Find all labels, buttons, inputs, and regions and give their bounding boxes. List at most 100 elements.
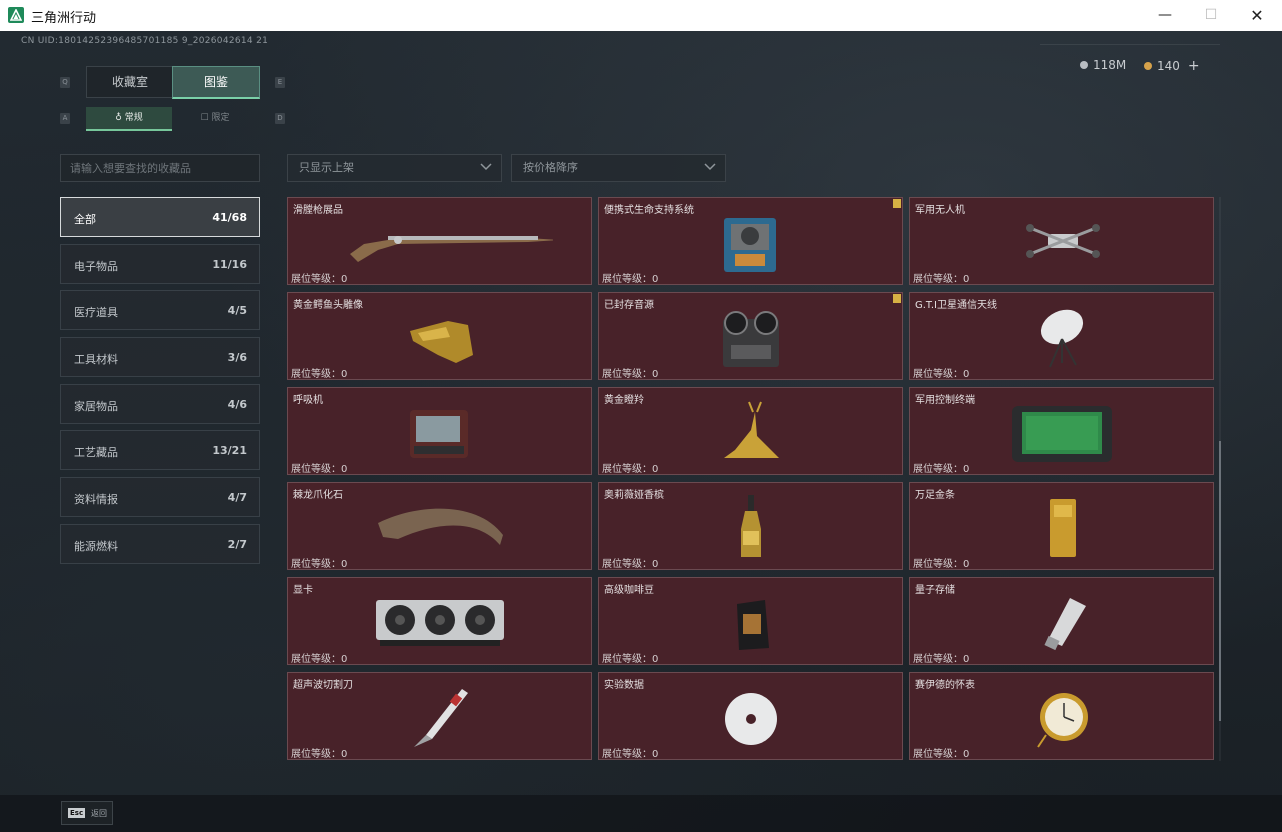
category-count: 11/16: [212, 258, 247, 271]
category-household[interactable]: 家居物品 4/6: [60, 384, 260, 424]
golden-crocodile-head-icon: [410, 321, 473, 363]
item-level: 展位等级：0: [913, 464, 970, 475]
category-name: 工具材料: [74, 353, 118, 366]
control-terminal-icon: [1012, 406, 1112, 462]
subtab-regular-label: 常规: [124, 113, 143, 123]
key-hint-a: A: [60, 113, 70, 124]
window-title: 三角洲行动: [31, 11, 97, 26]
item-card[interactable]: 显卡 展位等级：0: [287, 577, 592, 665]
item-level: 展位等级：0: [291, 274, 348, 285]
item-name: 呼吸机: [293, 395, 323, 406]
subtab-regular[interactable]: ♁ 常规: [86, 107, 172, 131]
currency-silver-value: 118M: [1093, 58, 1127, 72]
close-button[interactable]: ✕: [1234, 0, 1280, 31]
item-level: 展位等级：0: [913, 654, 970, 665]
coffee-bag-icon: [737, 600, 769, 650]
category-count: 41/68: [212, 211, 247, 224]
item-level: 展位等级：0: [602, 654, 659, 665]
limited-icon: ☐: [200, 113, 212, 123]
item-card[interactable]: 量子存储 展位等级：0: [909, 577, 1214, 665]
item-card[interactable]: 奥莉薇娅香槟 展位等级：0: [598, 482, 903, 570]
item-name: 实验数据: [604, 680, 644, 691]
sort-price-label: 按价格降序: [523, 161, 578, 174]
gold-coin-icon: [1144, 62, 1152, 70]
category-electronics[interactable]: 电子物品 11/16: [60, 244, 260, 284]
item-card[interactable]: G.T.I卫星通信天线 展位等级：0: [909, 292, 1214, 380]
back-label: 返回: [91, 809, 107, 818]
key-hint-d: D: [275, 113, 285, 124]
subtab-limited[interactable]: ☐ 限定: [172, 107, 258, 129]
drone-icon: [1026, 224, 1100, 258]
item-card[interactable]: 万足金条 展位等级：0: [909, 482, 1214, 570]
category-name: 能源燃料: [74, 540, 118, 553]
category-name: 工艺藏品: [74, 446, 118, 459]
gold-bar-icon: [1050, 499, 1076, 557]
item-card[interactable]: 军用控制终端 展位等级：0: [909, 387, 1214, 475]
currency-gold-value: 140: [1157, 59, 1180, 73]
new-flag-icon: [893, 199, 901, 208]
key-hint-q: Q: [60, 77, 70, 88]
claw-fossil-icon: [378, 508, 503, 545]
disc-icon: [725, 693, 777, 745]
app-logo-icon: [8, 7, 24, 23]
scrollbar-thumb[interactable]: [1219, 441, 1221, 721]
item-card[interactable]: 黄金瞪羚 展位等级：0: [598, 387, 903, 475]
chevron-down-icon: [704, 163, 716, 171]
tab-catalog[interactable]: 图鉴: [172, 66, 260, 99]
add-currency-button[interactable]: +: [1188, 58, 1200, 74]
ultrasonic-knife-icon: [414, 689, 468, 747]
category-intel[interactable]: 资料情报 4/7: [60, 477, 260, 517]
item-level: 展位等级：0: [291, 559, 348, 570]
item-card[interactable]: 超声波切割刀 展位等级：0: [287, 672, 592, 760]
subtab-limited-label: 限定: [211, 113, 230, 123]
filter-listed-label: 只显示上架: [299, 161, 354, 174]
category-tools[interactable]: 工具材料 3/6: [60, 337, 260, 377]
musket-icon: [350, 236, 553, 262]
category-count: 2/7: [227, 538, 247, 551]
category-crafts[interactable]: 工艺藏品 13/21: [60, 430, 260, 470]
item-level: 展位等级：0: [602, 559, 659, 570]
pocket-watch-icon: [1037, 693, 1088, 748]
minimize-button[interactable]: —: [1142, 0, 1188, 31]
item-level: 展位等级：0: [913, 369, 970, 380]
maximize-button[interactable]: ☐: [1188, 0, 1234, 31]
category-name: 医疗道具: [74, 306, 118, 319]
item-level: 展位等级：0: [913, 749, 970, 760]
item-name: 黄金瞪羚: [604, 395, 644, 406]
currency-gold: 140 +: [1144, 58, 1200, 74]
item-level: 展位等级：0: [291, 369, 348, 380]
item-card[interactable]: 呼吸机 展位等级：0: [287, 387, 592, 475]
category-name: 家居物品: [74, 400, 118, 413]
satellite-dish-icon: [1040, 309, 1084, 368]
item-card[interactable]: 滑膛枪展品 展位等级：0: [287, 197, 592, 285]
tab-collection-room[interactable]: 收藏室: [86, 66, 174, 98]
item-level: 展位等级：0: [602, 464, 659, 475]
sort-price-dropdown[interactable]: 按价格降序: [511, 154, 726, 182]
item-card[interactable]: 已封存音源 展位等级：0: [598, 292, 903, 380]
item-card[interactable]: 高级咖啡豆 展位等级：0: [598, 577, 903, 665]
esc-key-hint: Esc: [68, 808, 86, 818]
category-fuel[interactable]: 能源燃料 2/7: [60, 524, 260, 564]
back-button[interactable]: Esc 返回: [61, 801, 113, 825]
category-medical[interactable]: 医疗道具 4/5: [60, 290, 260, 330]
item-card[interactable]: 棘龙爪化石 展位等级：0: [287, 482, 592, 570]
item-card[interactable]: 赛伊德的怀表 展位等级：0: [909, 672, 1214, 760]
category-name: 电子物品: [74, 260, 118, 273]
category-all[interactable]: 全部 41/68: [60, 197, 260, 237]
item-card[interactable]: 军用无人机 展位等级：0: [909, 197, 1214, 285]
filter-listed-dropdown[interactable]: 只显示上架: [287, 154, 502, 182]
item-card[interactable]: 实验数据 展位等级：0: [598, 672, 903, 760]
item-level: 展位等级：0: [602, 369, 659, 380]
search-input[interactable]: [60, 154, 260, 182]
window-titlebar: 三角洲行动 — ☐ ✕: [0, 0, 1282, 32]
new-flag-icon: [893, 294, 901, 303]
quantum-storage-icon: [1044, 598, 1086, 651]
player-uid: CN UID:18014252396485701185 9_2026042614…: [21, 36, 269, 46]
footer-bar: Esc 返回: [0, 795, 1282, 832]
item-card[interactable]: 黄金鳄鱼头雕像 展位等级：0: [287, 292, 592, 380]
item-card[interactable]: 便携式生命支持系统 展位等级：0: [598, 197, 903, 285]
collection-grid: 滑膛枪展品 展位等级：0 便携式生命支持系统 展位等级：0 军用无人机 展位等级…: [287, 197, 1214, 761]
category-name: 全部: [74, 213, 96, 226]
currency-silver: 118M: [1080, 58, 1126, 72]
regular-icon: ♁: [115, 113, 125, 123]
